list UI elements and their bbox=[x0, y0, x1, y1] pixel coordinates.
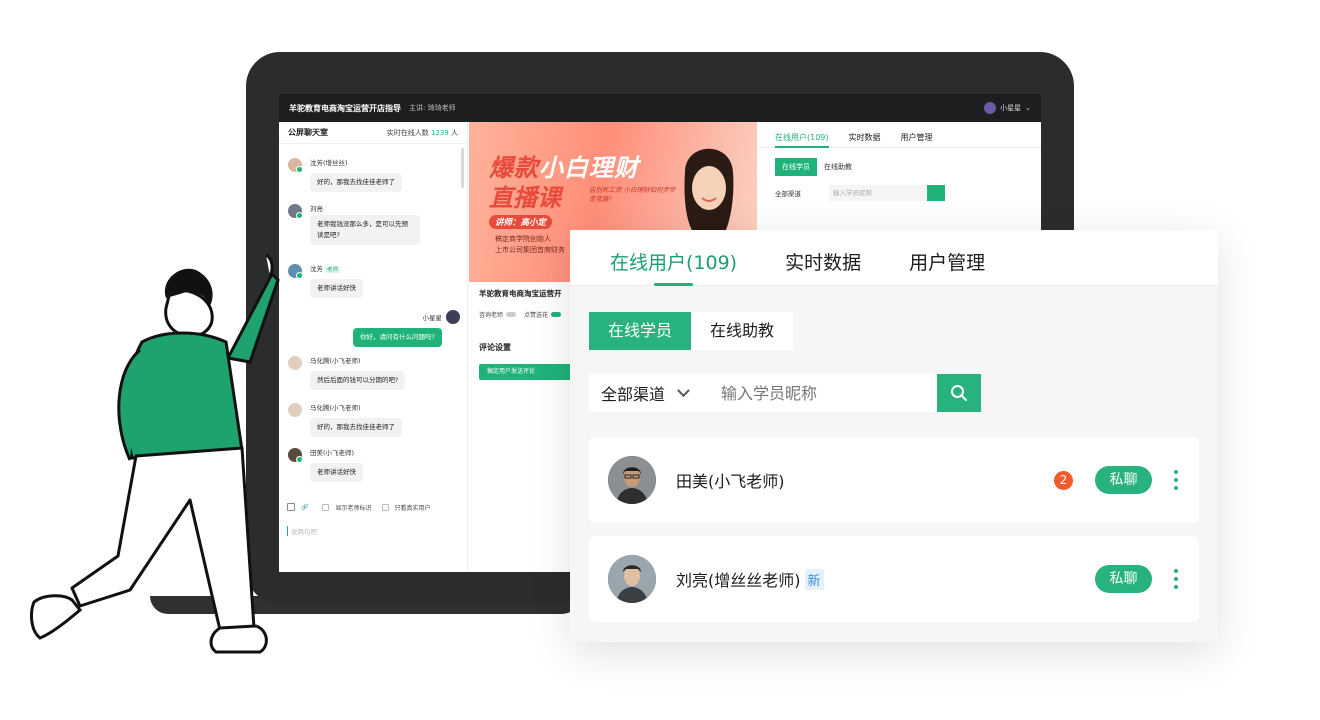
online-number: 1239 bbox=[430, 128, 449, 137]
user-name: 田美(小飞老师) bbox=[676, 472, 785, 491]
tab-online-users[interactable]: 在线用户(109) bbox=[610, 230, 737, 286]
own-message: 小星星 你好，请问有什么问题吗? bbox=[353, 310, 460, 347]
new-tag: 新 bbox=[804, 568, 824, 590]
chevron-down-icon bbox=[677, 383, 690, 397]
top-bar: 羊驼教育电商淘宝运营开店指导 主讲: 琦琦老师 小星星 ⌄ bbox=[279, 94, 1041, 122]
lecturer-badge: 讲师：高小定 bbox=[489, 215, 553, 229]
consult-option[interactable]: 咨询老师 bbox=[479, 310, 517, 319]
chat-message: 沈芳(增丝丝) 好的，那我去找佳佳老师了 bbox=[288, 158, 402, 192]
only-real-label: 只看真实用户 bbox=[394, 504, 431, 512]
more-vertical-icon[interactable] bbox=[1174, 569, 1178, 589]
avatar bbox=[288, 158, 303, 173]
comment-setting-button[interactable]: 稿定用户发送评论 bbox=[479, 364, 574, 380]
side-search: 全部渠道 输入学员昵称 bbox=[775, 185, 945, 201]
chat-message: 刘亮 老师我钱没那么多，是可以先预读是吧? bbox=[288, 204, 420, 245]
message-bubble: 好的，那我去找佳佳老师了 bbox=[310, 418, 402, 437]
unread-badge: 2 bbox=[1054, 470, 1073, 490]
side-segment: 在线学员 在线助教 bbox=[775, 158, 859, 176]
room-title: 羊驼教育电商淘宝运营开 bbox=[479, 289, 562, 298]
own-name: 小星星 bbox=[422, 314, 443, 322]
stage: 羊驼教育电商淘宝运营开店指导 主讲: 琦琦老师 小星星 ⌄ 公屏聊天室 实时在线… bbox=[0, 0, 1320, 720]
user-name: 小星星 bbox=[1000, 104, 1022, 112]
teacher-label: 主讲: 琦琦老师 bbox=[409, 104, 456, 112]
teacher-tag: 老师 bbox=[325, 267, 341, 273]
private-chat-button[interactable]: 私聊 bbox=[1095, 565, 1152, 593]
message-bubble: 好的，那我去找佳佳老师了 bbox=[310, 173, 402, 192]
comment-settings-title: 评论设置 bbox=[479, 343, 511, 352]
own-bubble: 你好，请问有什么问题吗? bbox=[353, 328, 442, 347]
message-author: 沈芳(增丝丝) bbox=[310, 159, 348, 167]
private-chat-button[interactable]: 私聊 bbox=[1095, 466, 1152, 494]
avatar bbox=[288, 204, 303, 219]
message-bubble: 老师我钱没那么多，是可以先预读是吧? bbox=[310, 215, 420, 245]
lecturer-desc: 稿定商学院创始人上市公司集团首席财务 bbox=[495, 234, 565, 256]
message-author: 田美(小飞老师) bbox=[310, 449, 355, 457]
own-avatar bbox=[446, 310, 460, 324]
role-segment: 在线学员 在线助教 bbox=[589, 312, 794, 350]
live-options: 咨询老师 点赞送花 bbox=[479, 310, 562, 319]
show-teacher-label: 显示老师标识 bbox=[335, 504, 372, 512]
chevron-down-icon: ⌄ bbox=[1025, 104, 1031, 112]
consult-label: 咨询老师 bbox=[479, 312, 504, 319]
flower-label: 点赞送花 bbox=[524, 312, 549, 319]
side-tab-data[interactable]: 实时数据 bbox=[849, 132, 881, 147]
message-author: 马化腾(小飞老师) bbox=[310, 357, 361, 365]
avatar bbox=[608, 555, 656, 603]
avatar bbox=[608, 456, 656, 504]
side-tab-online[interactable]: 在线用户(109) bbox=[775, 132, 829, 148]
flower-toggle[interactable] bbox=[551, 312, 562, 317]
online-count: 实时在线人数 1239 人 bbox=[387, 128, 458, 138]
side-seg-assistants[interactable]: 在线助教 bbox=[817, 158, 859, 176]
chat-title: 公屏聊天室 bbox=[288, 128, 328, 137]
lecturer-desc-2: 上市公司集团首席财务 bbox=[495, 246, 565, 254]
message-bubble: 然后后面的钱可以分期的吧? bbox=[310, 371, 406, 390]
banner-headline-2: 直播课 bbox=[489, 184, 561, 212]
seg-online-students[interactable]: 在线学员 bbox=[589, 312, 692, 350]
tab-realtime-data[interactable]: 实时数据 bbox=[785, 230, 861, 286]
search-input[interactable] bbox=[709, 374, 937, 412]
only-real-checkbox[interactable] bbox=[381, 503, 389, 511]
channel-label: 全部渠道 bbox=[601, 385, 666, 404]
user-row: 刘亮(增丝丝老师) 新 私聊 bbox=[589, 536, 1199, 622]
user-avatar bbox=[984, 102, 997, 114]
side-channel-select[interactable]: 全部渠道 bbox=[775, 188, 829, 198]
show-teacher-checkbox[interactable] bbox=[322, 503, 330, 511]
own-author: 小星星 bbox=[353, 310, 460, 324]
more-vertical-icon[interactable] bbox=[1174, 470, 1178, 490]
side-search-button[interactable] bbox=[927, 185, 945, 201]
user-row: 田美(小飞老师) 2 私聊 bbox=[589, 437, 1199, 523]
author-name: 沈芳 bbox=[310, 265, 323, 273]
message-author: 马化腾(小飞老师) bbox=[310, 404, 361, 412]
chat-header: 公屏聊天室 实时在线人数 1239 人 bbox=[279, 122, 467, 144]
message-bubble: 老师讲话好快 bbox=[310, 279, 363, 298]
card-tabs: 在线用户(109) 实时数据 用户管理 bbox=[570, 230, 1218, 286]
banner-subtitle: 告别死工资 小白理财如何步步走弯路? bbox=[589, 186, 676, 203]
search-bar: 全部渠道 bbox=[589, 374, 981, 412]
tab-user-management[interactable]: 用户管理 bbox=[909, 230, 985, 286]
side-seg-students[interactable]: 在线学员 bbox=[775, 158, 817, 176]
channel-select[interactable]: 全部渠道 bbox=[589, 374, 709, 412]
lecturer-desc-1: 稿定商学院创始人 bbox=[495, 235, 551, 243]
search-icon bbox=[951, 385, 967, 401]
online-label: 实时在线人数 bbox=[386, 128, 429, 137]
side-tabs: 在线用户(109) 实时数据 用户管理 bbox=[758, 122, 1041, 148]
search-button[interactable] bbox=[937, 374, 981, 412]
message-author: 沈芳 老师 bbox=[310, 264, 363, 275]
flower-option[interactable]: 点赞送花 bbox=[524, 310, 562, 319]
consult-toggle[interactable] bbox=[506, 312, 517, 317]
person-illustration bbox=[30, 253, 280, 654]
message-bubble: 老师讲话好快 bbox=[310, 463, 363, 482]
side-tab-users[interactable]: 用户管理 bbox=[901, 132, 933, 147]
course-title: 羊驼教育电商淘宝运营开店指导 bbox=[289, 103, 401, 113]
message-author: 刘亮 bbox=[310, 205, 323, 213]
online-unit: 人 bbox=[451, 128, 458, 137]
user-name: 刘亮(增丝丝老师) bbox=[676, 571, 801, 590]
seg-online-assistants[interactable]: 在线助教 bbox=[691, 312, 794, 350]
online-users-card: 在线用户(109) 实时数据 用户管理 在线学员 在线助教 全部渠道 输入学员昵… bbox=[570, 230, 1218, 642]
user-menu[interactable]: 小星星 ⌄ bbox=[984, 102, 1031, 114]
side-search-input[interactable]: 输入学员昵称 bbox=[829, 185, 927, 201]
